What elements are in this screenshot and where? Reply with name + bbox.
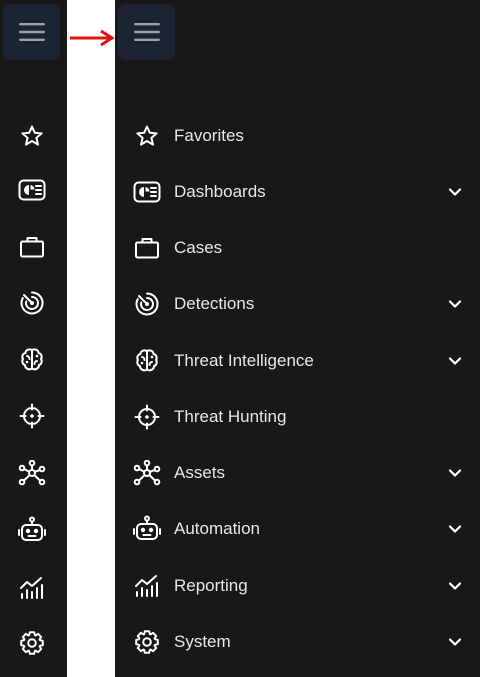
- hamburger-icon: [18, 23, 45, 41]
- gear-icon: [129, 626, 165, 658]
- briefcase-icon: [19, 235, 45, 259]
- hamburger-menu-button[interactable]: [3, 4, 60, 60]
- rail-item-reporting[interactable]: [13, 569, 51, 607]
- chart-icon: [129, 570, 165, 602]
- sidebar-item-label: Favorites: [174, 126, 244, 145]
- screenshot-stage: Favorites Dashboards Cases Detections Threat…: [0, 0, 480, 677]
- expanded-sidebar: Favorites Dashboards Cases Detections Threat…: [115, 0, 480, 677]
- sidebar-item-dashboards[interactable]: Dashboards: [115, 168, 480, 216]
- sidebar-item-label: Detections: [174, 294, 255, 313]
- radar-icon: [19, 290, 45, 316]
- sidebar-item-automation[interactable]: Automation: [115, 505, 480, 553]
- chevron-down-icon[interactable]: [448, 579, 462, 593]
- chart-icon: [19, 576, 45, 600]
- rail-item-favorites[interactable]: [13, 117, 51, 155]
- chevron-down-icon[interactable]: [448, 297, 462, 311]
- hamburger-icon: [133, 23, 160, 41]
- sidebar-item-detections[interactable]: Detections: [115, 280, 480, 328]
- star-icon: [129, 120, 165, 152]
- crosshair-icon: [19, 403, 45, 429]
- dashboard-icon: [18, 179, 46, 201]
- chevron-down-icon[interactable]: [448, 635, 462, 649]
- sidebar-item-label: Threat Hunting: [174, 407, 287, 426]
- sidebar-item-label: System: [174, 632, 231, 651]
- rail-item-system[interactable]: [13, 624, 51, 662]
- star-icon: [20, 124, 44, 148]
- rail-item-threat-intelligence[interactable]: [13, 341, 51, 379]
- arrow-icon: [70, 29, 115, 47]
- chevron-down-icon[interactable]: [448, 354, 462, 368]
- gear-icon: [19, 630, 45, 656]
- sidebar-item-assets[interactable]: Assets: [115, 449, 480, 497]
- sidebar-item-threat-intelligence[interactable]: Threat Intelligence: [115, 337, 480, 385]
- sidebar-item-label: Assets: [174, 463, 226, 482]
- crosshair-icon: [129, 401, 165, 433]
- brain-icon: [129, 345, 165, 377]
- sidebar-item-reporting[interactable]: Reporting: [115, 562, 480, 610]
- brain-icon: [19, 347, 45, 373]
- robot-icon: [129, 513, 165, 545]
- rail-item-automation[interactable]: [13, 511, 51, 549]
- sidebar-item-label: Dashboards: [174, 182, 266, 201]
- radar-icon: [129, 288, 165, 320]
- sidebar-item-label: Threat Intelligence: [174, 351, 314, 370]
- rail-item-assets[interactable]: [13, 454, 51, 492]
- sidebar-item-label: Automation: [174, 519, 260, 538]
- dashboard-icon: [129, 176, 165, 208]
- sidebar-item-cases[interactable]: Cases: [115, 224, 480, 272]
- robot-icon: [17, 516, 47, 544]
- network-icon: [129, 457, 165, 489]
- hamburger-menu-button[interactable]: [118, 4, 175, 60]
- sidebar-item-system[interactable]: System: [115, 618, 480, 666]
- rail-item-cases[interactable]: [13, 228, 51, 266]
- rail-item-threat-hunting[interactable]: [13, 397, 51, 435]
- rail-item-dashboards[interactable]: [13, 171, 51, 209]
- collapsed-sidebar: [0, 0, 67, 677]
- chevron-down-icon[interactable]: [448, 185, 462, 199]
- chevron-down-icon[interactable]: [448, 522, 462, 536]
- sidebar-item-threat-hunting[interactable]: Threat Hunting: [115, 393, 480, 441]
- rail-item-detections[interactable]: [13, 284, 51, 322]
- sidebar-item-favorites[interactable]: Favorites: [115, 112, 480, 160]
- network-icon: [18, 460, 46, 486]
- briefcase-icon: [129, 232, 165, 264]
- sidebar-item-label: Cases: [174, 238, 223, 257]
- sidebar-item-label: Reporting: [174, 576, 248, 595]
- chevron-down-icon[interactable]: [448, 466, 462, 480]
